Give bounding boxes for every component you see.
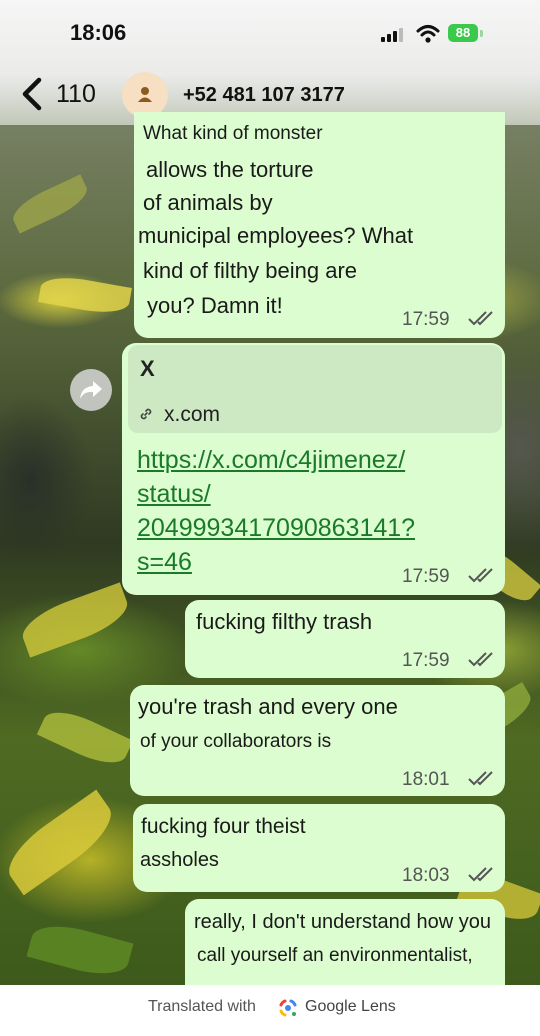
message-line: What kind of monster: [143, 123, 323, 144]
forward-icon: [80, 381, 102, 399]
battery-tip: [480, 30, 483, 37]
message-time: 17:59: [402, 309, 450, 330]
signal-icon: [381, 28, 407, 42]
battery-icon: 88: [448, 24, 478, 42]
forward-button[interactable]: [70, 369, 112, 411]
message-line: of animals by: [143, 190, 273, 215]
status-time: 18:06: [70, 20, 127, 45]
message-bubble[interactable]: What kind of monster allows the torture …: [134, 112, 505, 338]
message-line: assholes: [140, 849, 219, 871]
contact-name[interactable]: +52 481 107 3177: [183, 84, 345, 107]
unread-count[interactable]: 110: [56, 80, 96, 109]
link-icon: [140, 408, 152, 420]
message-bubble[interactable]: you're trash and every one of your colla…: [130, 685, 505, 796]
double-check-icon: [468, 771, 493, 786]
double-check-icon: [468, 867, 493, 882]
back-chevron-icon[interactable]: [18, 76, 48, 112]
message-line: you're trash and every one: [138, 694, 398, 719]
message-line: you? Damn it!: [147, 293, 283, 318]
message-line: really, I don't understand how you: [194, 911, 491, 933]
message-line: fucking four theist: [141, 815, 306, 838]
message-link[interactable]: 2049993417090863141?: [137, 514, 415, 543]
translated-with-label: Translated with: [148, 998, 256, 1015]
message-line: municipal employees? What: [138, 223, 414, 248]
google-lens-icon: [279, 999, 297, 1017]
message-line: allows the torture: [146, 157, 314, 182]
preview-title: X: [140, 356, 155, 381]
message-bubble[interactable]: fucking four theist assholes 18:03: [133, 804, 505, 892]
message-link[interactable]: s=46: [137, 548, 192, 577]
double-check-icon: [468, 311, 493, 326]
message-bubble[interactable]: fucking filthy trash 17:59: [185, 600, 505, 678]
message-time: 18:03: [402, 865, 450, 886]
wifi-icon: [416, 25, 440, 43]
double-check-icon: [468, 568, 493, 583]
message-line: fucking filthy trash: [196, 609, 373, 634]
google-lens-brand: Google Lens: [305, 998, 396, 1015]
message-bubble[interactable]: really, I don't understand how you call …: [185, 899, 505, 999]
message-time: 18:01: [402, 769, 450, 790]
message-link[interactable]: status/: [137, 480, 211, 509]
message-line: kind of filthy being are: [143, 258, 358, 283]
link-preview[interactable]: X x.com: [128, 345, 502, 433]
message-line: of your collaborators is: [140, 731, 332, 752]
message-link[interactable]: https://x.com/c4jimenez/: [137, 446, 405, 475]
double-check-icon: [468, 652, 493, 667]
message-time: 17:59: [402, 566, 450, 587]
message-line: call yourself an environmentalist,: [197, 945, 473, 966]
preview-domain: x.com: [164, 403, 221, 426]
message-time: 17:59: [402, 650, 450, 671]
translation-footer: [0, 985, 540, 1036]
